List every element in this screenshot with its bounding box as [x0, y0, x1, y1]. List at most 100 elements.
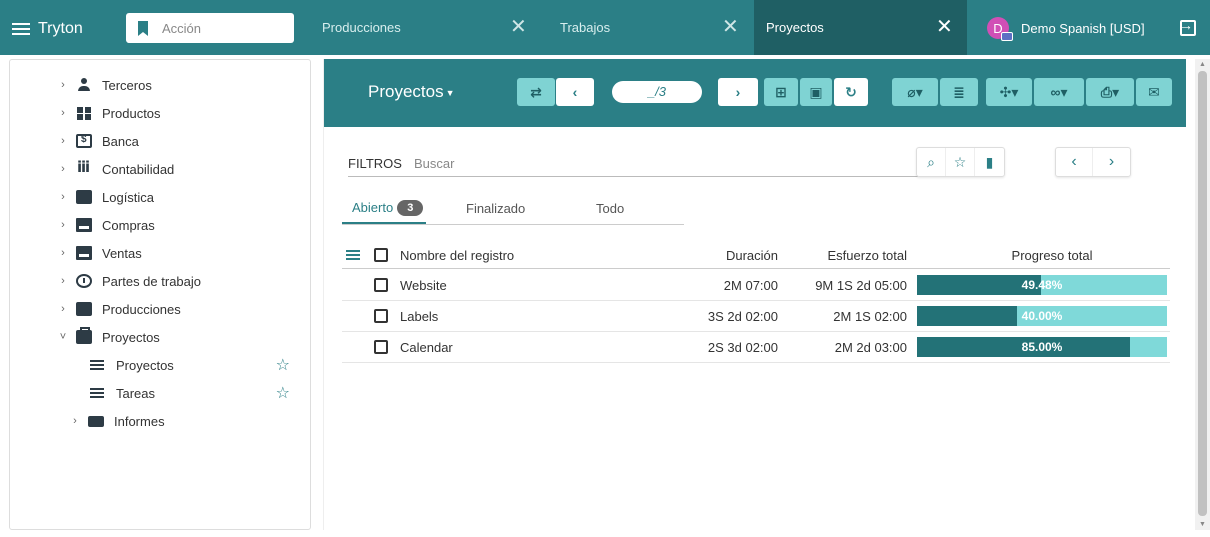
comment-icon: ≣: [953, 83, 965, 100]
sidebar-item-label: Tareas: [116, 385, 156, 401]
sidebar-item-productos[interactable]: › Productos: [58, 99, 358, 127]
progress-label: 40.00%: [1021, 309, 1063, 323]
save-button[interactable]: ▣: [800, 78, 832, 106]
sidebar-item-producciones[interactable]: › Producciones: [58, 295, 358, 323]
close-icon[interactable]: ✕: [722, 14, 739, 39]
filter-nav-buttons: ‹ ›: [1055, 147, 1131, 177]
attachment-button[interactable]: ⌀▾: [892, 78, 938, 106]
user-menu[interactable]: D Demo Spanish [USD]: [987, 17, 1145, 41]
cell-effort: 2M 2d 03:00: [834, 339, 907, 355]
scrollbar[interactable]: ▲ ▼: [1195, 59, 1210, 530]
star-icon[interactable]: ☆: [946, 148, 975, 176]
column-header-duration[interactable]: Duración: [722, 242, 778, 268]
main-panel: Proyectos ▼ ⇄ ‹ _/3 › ⊞ ▣ ↻ ⌀▾ ≣ ✣▾ ∞▾ ⎙▾…: [323, 59, 1186, 530]
sidebar-item-banca[interactable]: › Banca: [58, 127, 358, 155]
sidebar-item-proyectos-list[interactable]: Proyectos ☆: [82, 351, 310, 379]
column-header-name[interactable]: Nombre del registro: [400, 242, 514, 268]
app-name: Tryton: [38, 20, 83, 37]
action-button[interactable]: ✣▾: [986, 78, 1032, 106]
tab-finalizado[interactable]: Finalizado: [466, 193, 525, 224]
email-button[interactable]: ✉: [1136, 78, 1172, 106]
sidebar-item-terceros[interactable]: › Terceros: [58, 71, 358, 99]
sidebar-item-ventas[interactable]: › Ventas: [58, 239, 358, 267]
switch-view-button[interactable]: ⇄: [517, 78, 555, 106]
new-record-button[interactable]: ⊞: [764, 78, 798, 106]
store-icon: [76, 246, 92, 260]
scroll-down-icon[interactable]: ▼: [1199, 521, 1206, 528]
star-icon[interactable]: ☆: [276, 355, 290, 375]
chevron-right-icon: ›: [61, 303, 65, 315]
chevron-right-icon: ›: [61, 247, 65, 259]
cell-effort: 2M 1S 02:00: [833, 308, 907, 324]
sidebar-item-logistica[interactable]: › Logística: [58, 183, 358, 211]
search-icon[interactable]: ⌕: [917, 148, 946, 176]
select-all-checkbox[interactable]: [374, 242, 388, 268]
sidebar-item-proyectos[interactable]: ˅ Proyectos: [58, 323, 358, 351]
table-row[interactable]: Labels 3S 2d 02:00 2M 1S 02:00 40.00%: [342, 301, 1170, 332]
sidebar-item-partes-de-trabajo[interactable]: › Partes de trabajo: [58, 267, 358, 295]
close-icon[interactable]: ✕: [510, 14, 527, 39]
scroll-thumb[interactable]: [1198, 71, 1207, 516]
sidebar-item-compras[interactable]: › Compras: [58, 211, 358, 239]
sidebar-item-tareas[interactable]: Tareas ☆: [82, 379, 310, 407]
caret-down-icon: ▼: [445, 87, 455, 98]
row-checkbox[interactable]: [374, 270, 388, 300]
sidebar-item-label: Banca: [102, 133, 139, 149]
tab-trabajos[interactable]: Trabajos ✕: [548, 0, 744, 55]
cell-effort: 9M 1S 2d 05:00: [815, 277, 907, 293]
sidebar-item-label: Logística: [102, 189, 155, 205]
row-checkbox[interactable]: [374, 332, 388, 362]
previous-record-button[interactable]: ‹: [556, 78, 594, 106]
chevron-right-icon: ›: [61, 79, 65, 91]
column-header-effort[interactable]: Esfuerzo total: [812, 242, 908, 268]
action-search-input[interactable]: Acción: [126, 13, 294, 43]
sidebar-item-label: Productos: [102, 105, 161, 121]
filter-search-input[interactable]: Buscar: [414, 156, 454, 171]
count-badge: 3: [397, 199, 424, 216]
chevron-left-icon[interactable]: ‹: [1056, 148, 1093, 176]
tab-todo[interactable]: Todo: [596, 193, 624, 224]
link-icon: ∞▾: [1050, 83, 1068, 100]
column-header-progress[interactable]: Progreso total: [982, 242, 1122, 268]
note-button[interactable]: ≣: [940, 78, 978, 106]
next-record-button[interactable]: ›: [718, 78, 758, 106]
close-icon[interactable]: ✕: [936, 14, 953, 39]
print-button[interactable]: ⎙▾: [1086, 78, 1134, 106]
print-icon: ⎙▾: [1100, 83, 1120, 100]
relate-button[interactable]: ∞▾: [1034, 78, 1084, 106]
bank-icon: [76, 134, 92, 148]
form-toolbar: Proyectos ▼ ⇄ ‹ _/3 › ⊞ ▣ ↻ ⌀▾ ≣ ✣▾ ∞▾ ⎙▾…: [324, 59, 1186, 127]
tab-label: Finalizado: [466, 201, 526, 216]
logout-icon[interactable]: [1179, 17, 1196, 36]
row-checkbox[interactable]: [374, 301, 388, 331]
app-menu-button[interactable]: Tryton: [12, 20, 83, 38]
sidebar-item-label: Informes: [114, 413, 165, 429]
chevron-right-icon: ›: [61, 191, 65, 203]
table-row[interactable]: Calendar 2S 3d 02:00 2M 2d 03:00 85.00%: [342, 332, 1170, 363]
star-icon[interactable]: ☆: [276, 383, 290, 403]
record-pager-input[interactable]: _/3: [612, 81, 702, 103]
table-row[interactable]: Website 2M 07:00 9M 1S 2d 05:00 49.48%: [342, 270, 1170, 301]
sidebar-item-informes[interactable]: › Informes: [70, 407, 310, 435]
bookmark-icon[interactable]: ▮: [975, 148, 1004, 176]
chevron-right-icon[interactable]: ›: [1093, 148, 1130, 176]
progress-label: 85.00%: [1021, 340, 1063, 354]
cell-duration: 3S 2d 02:00: [707, 308, 778, 324]
tab-abierto[interactable]: Abierto 3: [342, 193, 426, 224]
table-header: Nombre del registro Duración Esfuerzo to…: [342, 242, 1170, 269]
form-title-menu[interactable]: Proyectos ▼: [368, 82, 455, 102]
chevron-left-icon: ‹: [572, 84, 578, 100]
filter-tabs: Abierto 3 Finalizado Todo: [342, 193, 684, 225]
sidebar-item-contabilidad[interactable]: › Contabilidad: [58, 155, 358, 183]
tab-proyectos[interactable]: Proyectos ✕: [754, 0, 967, 55]
avatar: D: [987, 17, 1013, 41]
folder-icon: [88, 415, 104, 427]
columns-icon: [76, 158, 92, 176]
sidebar-item-label: Terceros: [102, 77, 152, 93]
tab-producciones[interactable]: Producciones ✕: [310, 0, 532, 55]
column-menu-icon[interactable]: [346, 242, 360, 268]
reload-button[interactable]: ↻: [834, 78, 868, 106]
scroll-up-icon[interactable]: ▲: [1199, 61, 1206, 68]
sidebar: › Terceros › Productos › Banca › Contabi…: [9, 59, 311, 530]
cell-name: Calendar: [400, 339, 453, 355]
